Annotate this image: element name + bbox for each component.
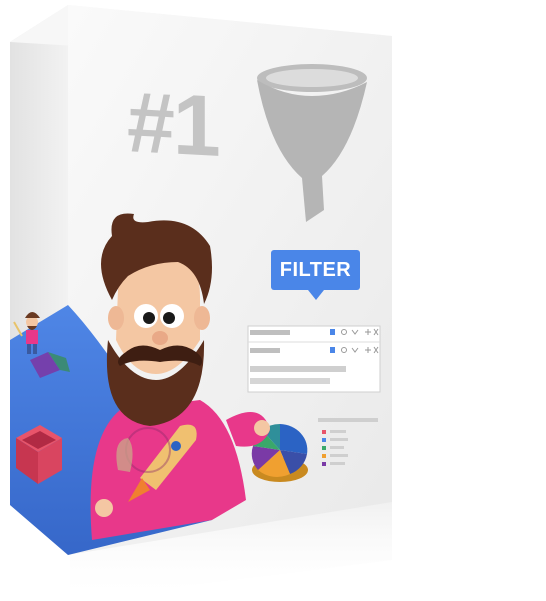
software-box: #1 FILTER (0, 0, 546, 601)
filter-badge: FILTER (271, 250, 360, 300)
rank-label: #1 (127, 74, 219, 175)
box-illustration (10, 5, 392, 601)
